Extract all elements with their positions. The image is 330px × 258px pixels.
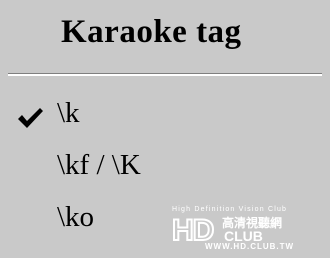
svg-text:HD: HD xyxy=(172,214,214,243)
menu-item-label: \k xyxy=(57,97,80,129)
menu-item-label: \kf / \K xyxy=(57,149,141,181)
menu-title: Karaoke tag xyxy=(61,14,242,50)
svg-text:CLUB: CLUB xyxy=(224,228,263,243)
menu-item-k[interactable]: \k xyxy=(0,91,330,141)
menu-item-label: \ko xyxy=(57,201,95,233)
hdclub-watermark: High Definition Vision Club HD 高清視聽網 CLU… xyxy=(172,206,322,254)
watermark-url: WWW.HD.CLUB.TW xyxy=(205,242,295,251)
menu-separator xyxy=(8,73,322,76)
checkmark-icon xyxy=(18,108,43,128)
hdclub-logo: HD 高清視聽網 CLUB xyxy=(172,213,282,243)
watermark-tagline: High Definition Vision Club xyxy=(172,206,288,213)
karaoke-tag-menu: Karaoke tag \k \kf / \K \ko High Definit… xyxy=(0,0,330,258)
menu-item-kf-K[interactable]: \kf / \K xyxy=(0,143,330,193)
